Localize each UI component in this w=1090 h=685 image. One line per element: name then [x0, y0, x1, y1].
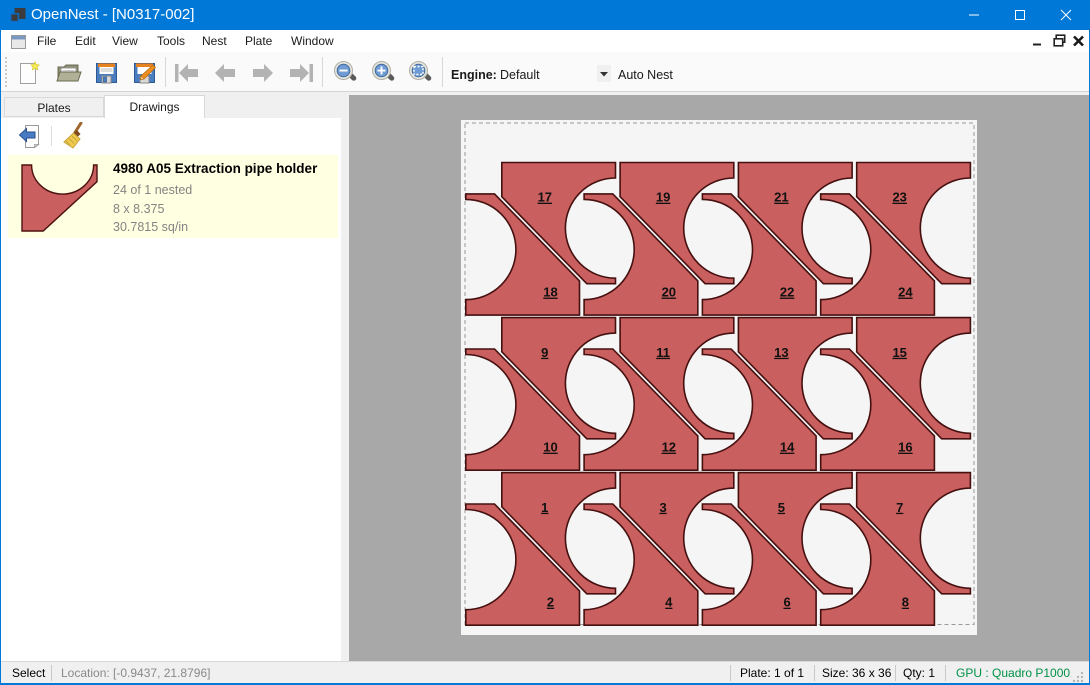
- svg-text:14: 14: [780, 440, 795, 455]
- svg-text:9: 9: [541, 345, 548, 360]
- svg-text:5: 5: [778, 500, 785, 515]
- svg-text:1: 1: [541, 500, 548, 515]
- svg-text:19: 19: [656, 190, 670, 205]
- svg-text:23: 23: [892, 190, 906, 205]
- svg-text:12: 12: [662, 440, 676, 455]
- svg-text:22: 22: [780, 285, 794, 300]
- svg-text:15: 15: [892, 345, 906, 360]
- svg-text:6: 6: [783, 595, 790, 610]
- svg-text:3: 3: [659, 500, 666, 515]
- svg-text:8: 8: [902, 595, 909, 610]
- svg-text:24: 24: [898, 285, 913, 300]
- svg-text:7: 7: [896, 500, 903, 515]
- svg-text:21: 21: [774, 190, 788, 205]
- svg-text:20: 20: [662, 285, 676, 300]
- svg-text:2: 2: [547, 595, 554, 610]
- svg-text:11: 11: [656, 345, 670, 360]
- svg-text:16: 16: [898, 440, 912, 455]
- svg-text:13: 13: [774, 345, 788, 360]
- svg-text:10: 10: [543, 440, 557, 455]
- svg-text:18: 18: [543, 285, 557, 300]
- svg-text:17: 17: [538, 190, 552, 205]
- svg-text:4: 4: [665, 595, 673, 610]
